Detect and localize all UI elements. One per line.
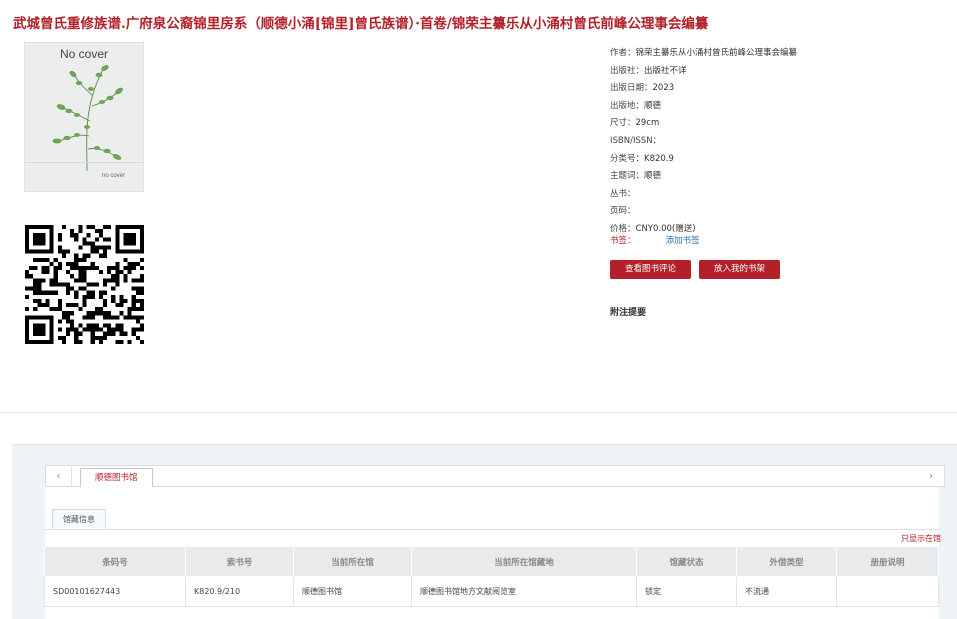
- cover-divider: [25, 162, 143, 163]
- meta-label: 分类号：: [610, 153, 645, 164]
- column-header: 索书号: [185, 546, 294, 577]
- meta-label: 出版社：: [610, 65, 645, 76]
- meta-label: ISBN/ISSN：: [610, 135, 662, 146]
- bookmark-label: 书签：: [610, 236, 636, 246]
- column-header: 外借类型: [736, 546, 837, 577]
- table-cell: [836, 576, 939, 607]
- meta-row: 分类号：K820.9: [610, 151, 950, 169]
- meta-row: 丛书：: [610, 186, 950, 204]
- table-cell: 不流通: [736, 576, 837, 607]
- meta-row: 页码：: [610, 203, 950, 221]
- tab-holdings-info[interactable]: 馆藏信息: [52, 509, 106, 529]
- column-header: 册册说明: [836, 546, 939, 577]
- meta-value: 29cm: [635, 118, 660, 129]
- meta-row: 出版地：顺德: [610, 98, 950, 116]
- meta-row: ISBN/ISSN：: [610, 133, 950, 151]
- column-header: 当前所在馆藏地: [411, 546, 637, 577]
- meta-row: 尺寸：29cm: [610, 115, 950, 133]
- tab-shunde-library[interactable]: 顺德图书馆: [80, 468, 153, 487]
- table-row: SD00101627443 K820.9/210 顺德图书馆 顺德图书馆地方文献阅览室…: [44, 576, 939, 607]
- table-cell: 顺德图书馆地方文献阅览室: [411, 576, 637, 607]
- bookmark-row: 书签： 添加书签: [610, 233, 950, 251]
- library-tab-bar: ‹ 顺德图书馆 ›: [45, 465, 945, 487]
- notes-summary-heading: 附注提要: [610, 308, 647, 318]
- meta-row: 出版日期：2023: [610, 80, 950, 98]
- meta-label: 作者：: [610, 48, 636, 58]
- view-reviews-button[interactable]: 查看图书评论: [610, 260, 691, 279]
- meta-label: 页码：: [610, 206, 636, 217]
- meta-label: 尺寸：: [610, 118, 636, 129]
- table-cell: 顺德图书馆: [293, 576, 412, 607]
- column-header: 当前所在馆: [293, 546, 412, 577]
- meta-value: 锦荣主纂乐从小涌村曾氏前峰公理事会编纂: [635, 48, 798, 58]
- plant-illustration-icon: [52, 65, 123, 171]
- meta-value: 出版社不详: [644, 65, 687, 76]
- table-cell: K820.9/210: [185, 576, 294, 607]
- table-cell: 锁定: [636, 576, 737, 607]
- only-show-available-link[interactable]: 只显示在馆: [901, 533, 941, 544]
- section-divider: [0, 412, 957, 413]
- table-cell: SD00101627443: [44, 576, 186, 607]
- meta-row: 作者：锦荣主纂乐从小涌村曾氏前峰公理事会编纂: [610, 45, 950, 63]
- book-cover-image: No cover no cover: [24, 42, 144, 192]
- meta-label: 出版日期：: [610, 83, 653, 94]
- cover-text: No cover: [59, 47, 109, 61]
- tab-scroll-right-icon[interactable]: ›: [918, 466, 944, 486]
- column-header: 馆藏状态: [636, 546, 737, 577]
- add-to-shelf-button[interactable]: 放入我的书架: [699, 260, 780, 279]
- column-header: 条码号: [44, 546, 186, 577]
- holdings-table: 条码号 索书号 当前所在馆 当前所在馆藏地 馆藏状态 外借类型 册册说明 SD0010162…: [44, 546, 939, 607]
- meta-label: 出版地：: [610, 100, 645, 111]
- subtab-underline: [45, 529, 939, 530]
- cover-small-text: no cover: [101, 173, 125, 179]
- meta-label: 主题词：: [610, 171, 645, 182]
- book-metadata: 作者：锦荣主纂乐从小涌村曾氏前峰公理事会编纂 出版社：出版社不详 出版日期：2023…: [610, 45, 950, 239]
- holdings-panel: 馆藏信息 只显示在馆 条码号 索书号 当前所在馆 当前所在馆藏地 馆藏状态 外借类型 册册说…: [44, 487, 941, 619]
- qr-code-icon: [25, 225, 144, 344]
- meta-row: 出版社：出版社不详: [610, 63, 950, 81]
- page-title: 武城曾氏重修族谱.广府泉公裔锦里房系（顺德小涌[锦里]曾氏族谱）·首卷/锦荣主纂…: [13, 16, 709, 32]
- add-bookmark-link[interactable]: 添加书签: [666, 236, 700, 246]
- meta-value: K820.9: [644, 153, 674, 164]
- meta-value: 顺德: [644, 100, 662, 111]
- meta-value: 2023: [652, 83, 675, 94]
- meta-row: 主题词：顺德: [610, 168, 950, 186]
- tab-scroll-left-icon[interactable]: ‹: [46, 466, 72, 486]
- holdings-section: ‹ 顺德图书馆 › 馆藏信息 只显示在馆 条码号 索书号 当前所在馆 当前所在馆藏地馆…: [12, 444, 957, 619]
- meta-label: 丛书：: [610, 188, 636, 199]
- meta-value: 顺德: [644, 171, 662, 182]
